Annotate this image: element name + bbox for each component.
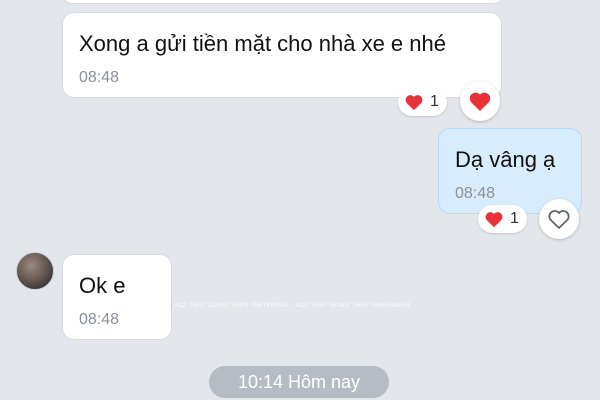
message-text: Xong a gửi tiền mặt cho nhà xe e nhé [79,31,446,56]
heart-outline-icon [548,210,570,229]
message-time: 08:48 [455,185,496,202]
reaction-count: 1 [430,93,439,110]
reaction-summary[interactable]: 1 [478,205,527,233]
message-bubble-incoming[interactable]: Ok e 08:48 [62,254,172,340]
react-button[interactable] [539,199,579,239]
previous-message-bubble[interactable] [62,0,504,4]
heart-icon [485,212,503,228]
watermark-text: NỘI THẤT DUNG THUY 0867483534 · NỘI THẤT… [175,303,411,309]
date-separator: 10:14 Hôm nay [209,366,389,398]
message-time: 08:48 [79,311,120,328]
reaction-summary[interactable]: 1 [398,88,447,116]
heart-filled-icon [469,92,491,111]
message-time: 08:48 [79,69,120,86]
reaction-count: 1 [510,210,519,227]
avatar[interactable] [16,252,54,290]
react-button[interactable] [460,81,500,121]
message-text: Ok e [79,273,126,298]
heart-icon [405,95,423,111]
message-text: Dạ vâng ạ [455,147,556,172]
message-bubble-incoming[interactable]: Xong a gửi tiền mặt cho nhà xe e nhé 08:… [62,12,502,98]
